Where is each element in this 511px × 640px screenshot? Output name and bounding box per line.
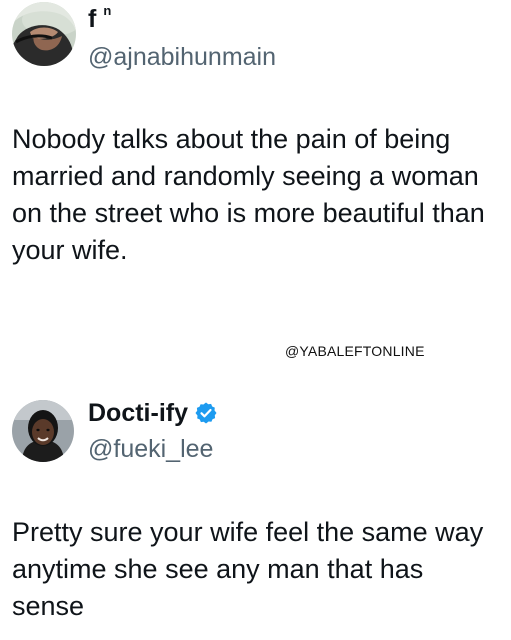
watermark: @YABALEFTONLINE [285, 343, 425, 359]
author-info: fn @ajnabihunmain [88, 3, 276, 72]
tweet-2: Docti-ify @fueki_lee Pretty sure your wi… [0, 386, 511, 640]
avatar[interactable] [12, 400, 74, 462]
verified-badge-icon [194, 401, 218, 425]
display-name[interactable]: Docti-ify [88, 398, 218, 428]
tweet-1: fn @ajnabihunmain Nobody talks about the… [0, 0, 511, 330]
tweet-text: Nobody talks about the pain of being mar… [12, 124, 485, 265]
display-name-text[interactable]: f [88, 4, 96, 34]
author-info: Docti-ify @fueki_lee [88, 398, 218, 464]
avatar[interactable] [12, 2, 76, 66]
display-name-superscript: n [103, 3, 112, 18]
user-handle[interactable]: @ajnabihunmain [88, 42, 276, 72]
user-handle[interactable]: @fueki_lee [88, 434, 218, 464]
tweet-text: Pretty sure your wife feel the same way … [12, 517, 484, 621]
display-name[interactable]: fn [88, 3, 276, 34]
display-name-text[interactable]: Docti-ify [88, 398, 188, 428]
